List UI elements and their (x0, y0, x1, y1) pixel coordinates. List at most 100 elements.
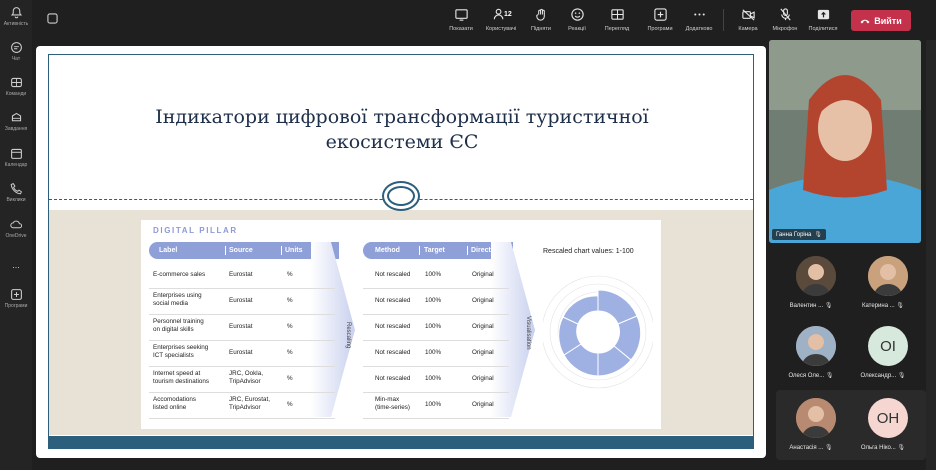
rail-label: Чат (11, 56, 21, 62)
participant-name: Олеся Оле... 🎙 (788, 373, 834, 379)
direction-cell: Original (472, 349, 494, 356)
rail-tasks[interactable]: Завдання (0, 111, 32, 132)
target-cell: 100% (425, 401, 442, 408)
rail-calendar[interactable]: Календар (0, 147, 32, 168)
avatar-photo (796, 398, 836, 438)
cell-line: ICT specialists (153, 352, 194, 359)
rail-teams[interactable]: Команди (0, 76, 32, 97)
people-button[interactable]: 12 Користувачі (482, 7, 520, 32)
rail-more[interactable]: ... (0, 258, 32, 270)
leave-button[interactable]: Вийти (851, 10, 911, 31)
toolbar-label: Додатково (685, 26, 713, 32)
table-cell: Eurostat (229, 271, 284, 279)
table-cell: Internet speed at tourism destinations (153, 370, 223, 386)
teams-icon (10, 77, 22, 88)
rail-activity[interactable]: Активність (0, 6, 32, 27)
participant-tile[interactable]: Олеся Оле... 🎙 (776, 322, 848, 385)
avatar (796, 326, 836, 366)
avatar-photo (868, 256, 908, 296)
participant-name: Валентин ... 🎙 (789, 303, 833, 309)
units-cell: % (287, 401, 293, 408)
toolbar-label: Перегляд (604, 26, 630, 32)
toolbar-label: Користувачі (485, 26, 517, 32)
share-screen-button[interactable]: Показати (442, 7, 480, 32)
bell-icon (10, 7, 22, 19)
visualisation-label: Visualisation (525, 316, 531, 350)
toolbar-divider (723, 9, 724, 31)
mic-off-icon: 🎙 (897, 373, 906, 379)
rail-apps[interactable]: Програми (0, 288, 32, 309)
table-cell: E-commerce sales (153, 271, 223, 279)
chat-icon (10, 42, 22, 53)
participant-tile[interactable]: Катерина ... 🎙 (848, 252, 920, 315)
apps-button[interactable]: Програми (641, 7, 679, 32)
share-icon (817, 9, 829, 20)
featured-video-feed (769, 40, 921, 243)
row-divider (363, 392, 509, 393)
calendar-icon (10, 148, 22, 159)
cell-line: tourism destinations (153, 378, 209, 385)
screen-icon (454, 9, 468, 21)
more-button[interactable]: Додатково (680, 7, 718, 32)
mic-off-icon: 🎙 (814, 232, 823, 238)
mic-off-icon: 🎙 (824, 303, 833, 309)
camera-button[interactable]: Камера (729, 7, 767, 32)
cell-line: Eurostat (229, 297, 253, 304)
cloud-icon (9, 220, 22, 229)
row-divider (149, 418, 335, 419)
cell-line: Accomodations (153, 396, 197, 403)
cell-line: JRC, Ookla, (229, 370, 263, 377)
featured-name: Ганна Горіна (776, 231, 812, 238)
rescaling-arrow (311, 242, 355, 417)
reactions-button[interactable]: Реакції (558, 7, 596, 32)
apps-plus-icon (10, 289, 22, 300)
avatar (868, 256, 908, 296)
table-cell: Eurostat (229, 297, 284, 305)
share-button[interactable]: Поділитися (804, 7, 842, 32)
rail-calls[interactable]: Виклики (0, 182, 32, 203)
tasks-icon (11, 112, 21, 122)
rail-chat[interactable]: Чат (0, 41, 32, 62)
infographic-panel: DIGITAL PILLAR Label Source Units Method… (141, 220, 661, 429)
participant-name: Анастасія ... 🎙 (789, 445, 833, 451)
window-icon[interactable] (47, 13, 58, 24)
rail-label: Завдання (4, 126, 28, 132)
rail-label: Команди (5, 91, 27, 97)
avatar (796, 256, 836, 296)
slide-title-line: екосистеми ЄС (325, 131, 479, 153)
avatar-photo (796, 326, 836, 366)
target-cell: 100% (425, 375, 442, 382)
microphone-button[interactable]: Мікрофон (766, 7, 804, 32)
cell-line: TripAdvisor (229, 404, 261, 411)
table-cell: Min-max (time-series) (375, 396, 425, 412)
toolbar-label: Реакції (568, 26, 586, 32)
cell-line: on digital skills (153, 326, 194, 333)
table-cell: Enterprises using social media (153, 292, 223, 308)
row-divider (363, 366, 509, 367)
participant-tile[interactable]: Анастасія ... 🎙 (776, 394, 848, 457)
units-cell: % (287, 297, 293, 304)
rail-onedrive[interactable]: OneDrive (0, 218, 32, 239)
header-label: Label (159, 247, 178, 254)
header-target: Target (424, 247, 445, 254)
featured-video[interactable]: Ганна Горіна 🎙 (769, 40, 921, 243)
avatar-initials: OI (880, 337, 896, 355)
smile-icon (570, 8, 584, 21)
slide: Індикатори цифрової трансформації турист… (48, 54, 754, 449)
raise-hand-button[interactable]: Підняти (522, 7, 560, 32)
direction-cell: Original (472, 401, 494, 408)
featured-name-tag: Ганна Горіна 🎙 (772, 229, 827, 240)
participant-tile[interactable]: OH Ольга Ніко... 🎙 (848, 394, 920, 457)
avatar-initials: OH (876, 409, 900, 427)
direction-cell: Original (472, 271, 494, 278)
participant-name: Катерина ... 🎙 (861, 303, 905, 309)
participant-tile[interactable]: OI Олександр... 🎙 (848, 322, 920, 385)
slide-title: Індикатори цифрової трансформації турист… (89, 105, 715, 155)
hangup-icon (860, 19, 870, 23)
view-icon (610, 9, 624, 20)
cell-line: Eurostat (229, 323, 253, 330)
avatar: OI (868, 326, 908, 366)
view-button[interactable]: Перегляд (598, 7, 636, 32)
participant-tile[interactable]: Валентин ... 🎙 (776, 252, 848, 315)
mic-off-icon: 🎙 (896, 303, 905, 309)
